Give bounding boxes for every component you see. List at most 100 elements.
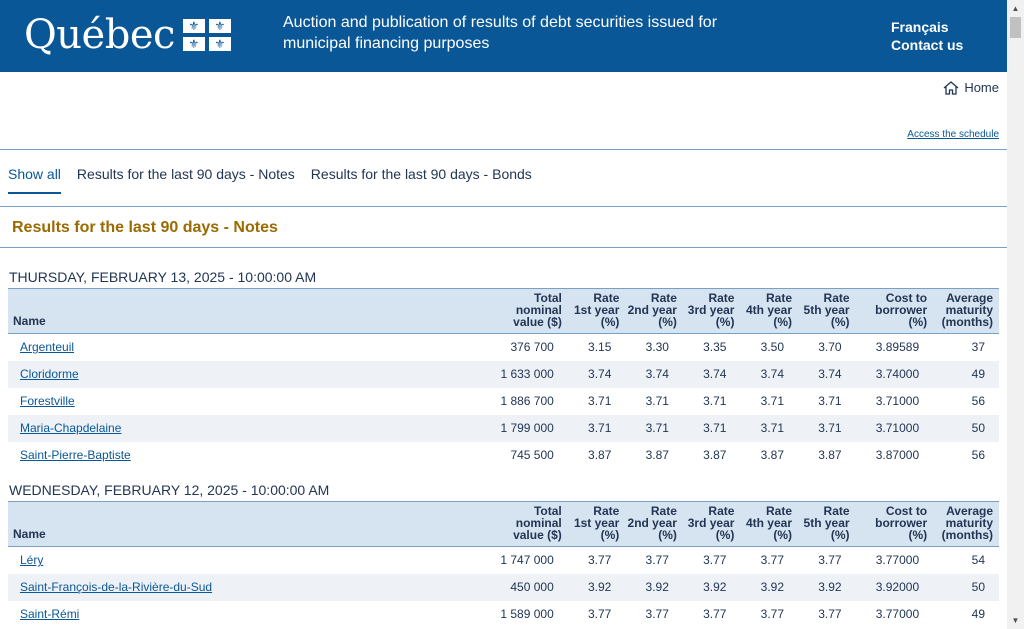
cell-average-maturity: 50 — [971, 580, 985, 594]
cell-rate-year-4: 3.74 — [760, 367, 785, 381]
cell-rate-year-4: 3.87 — [760, 448, 785, 462]
cell-average-maturity: 49 — [971, 367, 985, 381]
column-header-rate-1: Rate 1st year (%) — [573, 504, 620, 542]
cell-total-value: 1 799 000 — [500, 421, 554, 435]
municipality-link[interactable]: Saint-Pierre-Baptiste — [20, 448, 131, 462]
cell-cost-to-borrower: 3.71000 — [875, 394, 920, 408]
scroll-down-icon[interactable]: ▼ — [1007, 612, 1024, 629]
column-header-rate-2: Rate 2nd year (%) — [627, 504, 677, 542]
municipality-link[interactable]: Saint-Rémi — [20, 607, 79, 621]
divider — [0, 206, 1007, 207]
cell-rate-year-5: 3.77 — [818, 553, 842, 568]
cell-rate-year-2: 3.30 — [645, 340, 669, 355]
cell-rate-year-1: 3.87 — [588, 448, 612, 462]
vertical-scrollbar[interactable]: ▲ ▼ — [1007, 0, 1024, 629]
cell-rate-year-4: 3.77 — [760, 553, 784, 568]
tab-bonds-90-days[interactable]: Results for the last 90 days - Bonds — [311, 166, 532, 194]
quebec-logo[interactable]: Québec ⚜ ⚜ ⚜ ⚜ — [24, 12, 231, 58]
cell-rate-year-2: 3.77 — [645, 553, 669, 568]
cell-rate-year-3: 3.71 — [703, 421, 727, 435]
table-row: Léry 1 747 000 3.77 3.77 3.77 3.77 3.77 3.77000… — [8, 546, 999, 574]
cell-name: Argenteuil — [8, 334, 480, 361]
cell-rate-year-1: 3.77 — [587, 553, 612, 568]
cell-total-value: 1 747 000 — [500, 553, 554, 568]
site-header: Québec ⚜ ⚜ ⚜ ⚜ Auction and publication o… — [0, 0, 1007, 72]
schedule-link[interactable]: Access the schedule — [907, 129, 999, 140]
cell-rate-year-5: 3.71 — [818, 394, 842, 408]
cell-rate-year-3: 3.74 — [703, 367, 727, 381]
table-header-row: Name Total nominal value ($) Rate 1st year(… — [8, 501, 999, 547]
column-header-maturity: Average maturity (months) — [941, 291, 993, 329]
cell-total-value: 1 886 700 — [500, 394, 554, 408]
table-row: Saint-Pierre-Baptiste 745 500 3.87 3.87 3.87… — [8, 441, 999, 469]
site-title: Auction and publication of results of de… — [283, 14, 718, 52]
cell-rate-year-3: 3.87 — [703, 448, 727, 462]
table-body: Léry 1 747 000 3.77 3.77 3.77 3.77 3.77 3.77000… — [8, 546, 999, 628]
cell-name: Saint-Pierre-Baptiste — [8, 442, 480, 469]
cell-rate-year-4: 3.71 — [760, 394, 785, 408]
cell-rate-year-1: 3.71 — [588, 394, 612, 408]
cell-cost-to-borrower: 3.92000 — [875, 580, 920, 594]
table-row: Saint-François-de-la-Rivière-du-Sud 450 0… — [8, 573, 999, 601]
table-body: Argenteuil 376 700 3.15 3.30 3.35 3.50 3.70 3.8… — [8, 333, 999, 469]
cell-rate-year-5: 3.70 — [818, 340, 842, 355]
cell-total-value: 376 700 — [510, 340, 554, 355]
cell-name: Léry — [8, 547, 480, 574]
cell-rate-year-2: 3.71 — [645, 394, 669, 408]
cell-rate-year-3: 3.92 — [703, 580, 727, 594]
scrollbar-thumb[interactable] — [1010, 17, 1021, 38]
cell-cost-to-borrower: 3.87000 — [875, 448, 920, 462]
tab-notes-90-days[interactable]: Results for the last 90 days - Notes — [77, 166, 295, 194]
cell-rate-year-3: 3.77 — [703, 607, 727, 621]
cell-name: Saint-François-de-la-Rivière-du-Sud — [8, 574, 480, 601]
cell-rate-year-3: 3.77 — [703, 553, 727, 568]
column-header-name: Name — [13, 314, 46, 328]
cell-rate-year-4: 3.50 — [760, 340, 785, 355]
municipality-link[interactable]: Forestville — [20, 394, 75, 408]
cell-total-value: 1 589 000 — [500, 607, 554, 621]
cell-rate-year-1: 3.77 — [587, 607, 612, 621]
page: Québec ⚜ ⚜ ⚜ ⚜ Auction and publication o… — [0, 0, 1007, 629]
results-table: Name Total nominal value ($) Rate 1st year(… — [8, 501, 999, 628]
municipality-link[interactable]: Saint-François-de-la-Rivière-du-Sud — [20, 580, 212, 594]
home-icon — [943, 80, 959, 95]
cell-rate-year-1: 3.15 — [588, 340, 612, 355]
scroll-up-icon[interactable]: ▲ — [1007, 0, 1024, 17]
cell-rate-year-1: 3.71 — [588, 421, 612, 435]
column-header-rate-4: Rate 4th year (%) — [745, 504, 792, 542]
municipality-link[interactable]: Léry — [20, 553, 43, 567]
home-link[interactable]: Home — [943, 80, 999, 95]
cell-rate-year-5: 3.77 — [818, 607, 842, 621]
cell-rate-year-2: 3.77 — [645, 607, 669, 621]
column-header-rate-3: Rate 3rd year (%) — [687, 291, 735, 329]
municipality-link[interactable]: Argenteuil — [20, 340, 74, 354]
language-link[interactable]: Français — [891, 18, 963, 36]
municipality-link[interactable]: Cloridorme — [20, 367, 79, 381]
logo-wordmark: Québec — [24, 12, 175, 58]
cell-rate-year-4: 3.71 — [760, 421, 785, 435]
cell-rate-year-1: 3.74 — [588, 367, 612, 381]
cell-average-maturity: 56 — [971, 394, 985, 408]
column-header-rate-5: Rate 5th year (%) — [803, 291, 850, 329]
cell-cost-to-borrower: 3.71000 — [875, 421, 920, 435]
cell-rate-year-2: 3.92 — [645, 580, 669, 594]
cell-rate-year-2: 3.71 — [645, 421, 669, 435]
column-header-name: Name — [13, 527, 46, 541]
fleurdelise-flag-icon: ⚜ ⚜ ⚜ ⚜ — [182, 19, 231, 51]
municipality-link[interactable]: Maria-Chapdelaine — [20, 421, 121, 435]
cell-rate-year-5: 3.74 — [818, 367, 842, 381]
column-header-total: Total nominal value ($) — [513, 504, 562, 542]
divider — [0, 247, 1007, 248]
cell-cost-to-borrower: 3.77000 — [875, 607, 920, 621]
column-header-cost: Cost to borrower (%) — [875, 504, 928, 542]
column-header-maturity: Average maturity (months) — [941, 504, 993, 542]
cell-rate-year-4: 3.92 — [760, 580, 784, 594]
tab-show-all[interactable]: Show all — [8, 166, 61, 194]
cell-rate-year-5: 3.71 — [818, 421, 842, 435]
auction-date: WEDNESDAY, FEBRUARY 12, 2025 - 10:00:00 … — [9, 482, 330, 498]
header-links: Français Contact us — [891, 18, 963, 54]
column-header-cost: Cost to borrower (%) — [875, 291, 928, 329]
contact-link[interactable]: Contact us — [891, 36, 963, 54]
cell-rate-year-4: 3.77 — [760, 607, 784, 621]
column-header-total: Total nominal value ($) — [513, 291, 562, 329]
